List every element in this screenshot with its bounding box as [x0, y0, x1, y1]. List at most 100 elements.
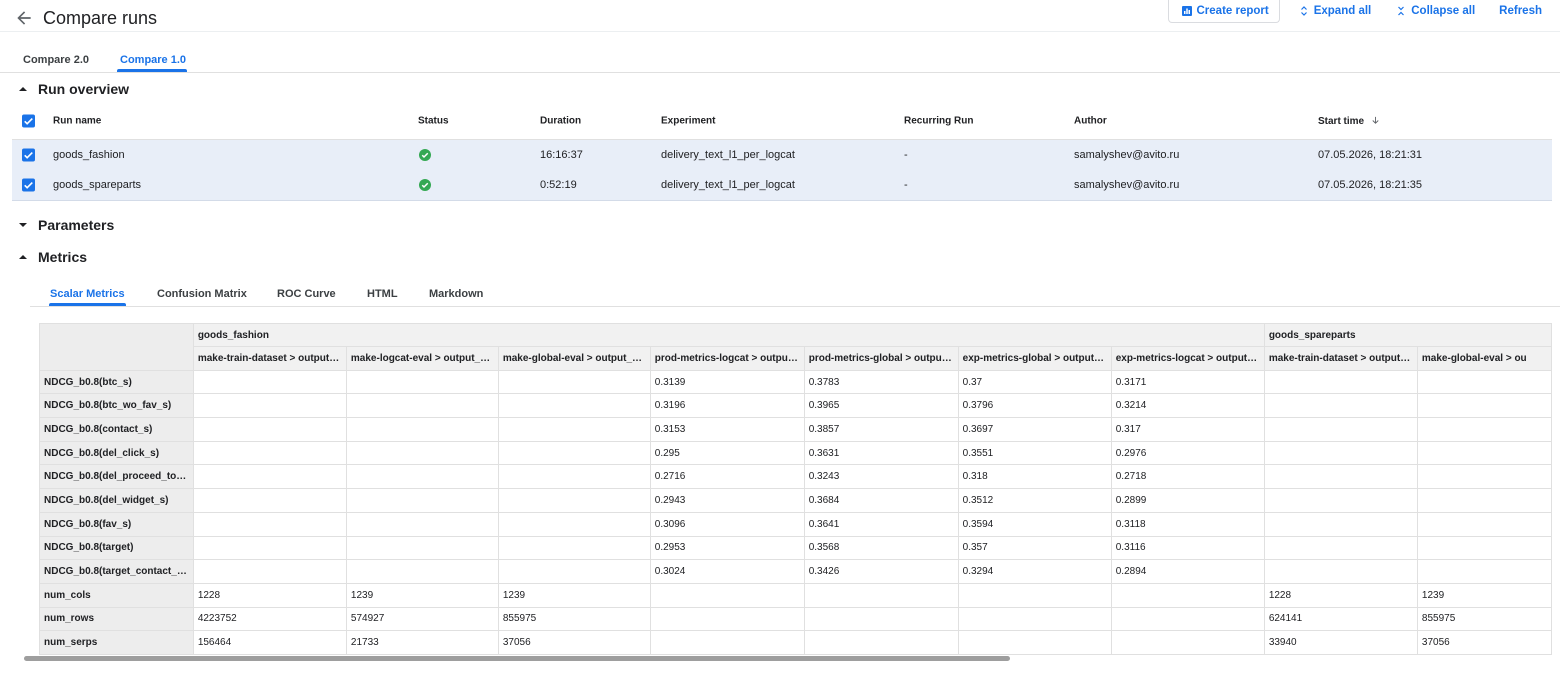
run-name[interactable]: goods_spareparts [53, 179, 141, 191]
metric-value-cell [1416, 464, 1552, 490]
expand-icon [1300, 6, 1307, 16]
metric-value-cell [497, 393, 651, 419]
run-row[interactable]: goods_spareparts 0:52:19 delivery_text_l… [12, 170, 1552, 201]
tab-roc-curve[interactable]: ROC Curve [277, 288, 336, 300]
metric-value-cell [803, 630, 959, 655]
col-status[interactable]: Status [418, 116, 449, 127]
sort-down-icon [1372, 116, 1379, 124]
metric-value-cell [497, 535, 651, 561]
collapse-all-button[interactable]: Collapse all [1387, 0, 1483, 22]
run-group-header: goods_spareparts [1263, 323, 1552, 347]
metric-value-cell: 0.2718 [1110, 464, 1265, 490]
metric-value-cell [803, 582, 959, 608]
metric-value-cell [649, 582, 805, 608]
metric-value-cell: 855975 [1416, 606, 1552, 632]
metric-value-cell [192, 488, 347, 513]
run-experiment[interactable]: delivery_text_l1_per_logcat [661, 149, 795, 161]
section-metrics[interactable]: Metrics [18, 249, 87, 265]
metric-column-header: make-train-dataset > output… [192, 346, 347, 371]
scalar-metrics-table[interactable]: goods_fashion goods_spareparts make-train… [39, 323, 1552, 656]
metric-value-cell: 0.3697 [957, 417, 1112, 442]
col-run-name[interactable]: Run name [53, 116, 101, 127]
tab-confusion-matrix[interactable]: Confusion Matrix [157, 288, 247, 300]
col-experiment[interactable]: Experiment [661, 116, 715, 127]
metric-value-cell: 0.3551 [957, 440, 1112, 466]
metric-value-cell [192, 511, 347, 537]
run-start-time: 07.05.2026, 18:21:35 [1318, 179, 1422, 191]
metric-value-cell [497, 417, 651, 442]
table-row: NDCG_b0.8(target) 0.2953 0.3568 0.357 0.3116 [39, 535, 1552, 561]
select-all-checkbox[interactable] [22, 114, 35, 128]
run-row[interactable]: goods_fashion 16:16:37 delivery_text_l1_… [12, 139, 1552, 171]
col-duration[interactable]: Duration [540, 116, 581, 127]
col-author[interactable]: Author [1074, 116, 1107, 127]
run-name[interactable]: goods_fashion [53, 149, 125, 161]
metric-value-cell: 37056 [497, 630, 651, 655]
section-parameters[interactable]: Parameters [18, 217, 114, 233]
metric-value-cell: 0.3594 [957, 511, 1112, 537]
refresh-button[interactable]: Refresh [1491, 0, 1550, 22]
expand-triangle-icon [19, 223, 27, 227]
create-report-button[interactable]: Create report [1167, 0, 1280, 23]
check-icon [421, 152, 429, 159]
metric-value-cell [345, 464, 499, 490]
metric-value-cell: 1228 [1263, 582, 1418, 608]
tab-scalar-metrics[interactable]: Scalar Metrics [50, 288, 125, 300]
table-row: NDCG_b0.8(contact_s) 0.3153 0.3857 0.3697 0.… [39, 417, 1552, 442]
metric-value-cell [1263, 535, 1418, 561]
metric-value-cell: 0.3171 [1110, 369, 1265, 395]
row-checkbox[interactable] [22, 148, 35, 162]
horizontal-scrollbar[interactable] [24, 656, 1010, 661]
metric-value-cell [192, 440, 347, 466]
run-duration: 0:52:19 [540, 179, 577, 191]
run-experiment[interactable]: delivery_text_l1_per_logcat [661, 179, 795, 191]
section-title: Run overview [38, 81, 130, 97]
table-row: NDCG_b0.8(del_click_s) 0.295 0.3631 0.3551 0… [39, 440, 1552, 466]
metric-value-cell: 4223752 [192, 606, 347, 632]
metric-row-label: NDCG_b0.8(del_click_s) [39, 440, 194, 466]
metric-row-label: NDCG_b0.8(fav_s) [39, 511, 194, 537]
metric-value-cell [1416, 535, 1552, 561]
metric-value-cell: 0.3965 [803, 393, 959, 419]
metric-value-cell [1263, 417, 1418, 442]
run-start-time: 07.05.2026, 18:21:31 [1318, 149, 1422, 161]
expand-all-button[interactable]: Expand all [1290, 0, 1380, 22]
metric-value-cell [649, 606, 805, 632]
metric-value-cell [1263, 488, 1418, 513]
top-actions: Create report Expand all Collapse all Re… [1167, 0, 1551, 23]
metric-value-cell: 0.3196 [649, 393, 805, 419]
col-recurring-run[interactable]: Recurring Run [904, 116, 973, 127]
section-title: Parameters [38, 217, 115, 233]
create-report-label: Create report [1196, 4, 1269, 17]
tabs-divider [0, 72, 1560, 73]
run-duration: 16:16:37 [540, 149, 583, 161]
metric-value-cell: 0.317 [1110, 417, 1265, 442]
metric-value-cell [1263, 464, 1418, 490]
metric-value-cell [1263, 511, 1418, 537]
metric-value-cell [192, 369, 347, 395]
col-start-time-label: Start time [1318, 116, 1365, 127]
metric-value-cell: 0.3214 [1110, 393, 1265, 419]
metric-value-cell: 1239 [497, 582, 651, 608]
tab-compare-1[interactable]: Compare 1.0 [120, 54, 186, 66]
metric-value-cell [345, 417, 499, 442]
tab-markdown[interactable]: Markdown [429, 288, 483, 300]
row-checkbox[interactable] [22, 178, 35, 192]
metric-value-cell [1416, 369, 1552, 395]
tab-html[interactable]: HTML [367, 288, 398, 300]
col-start-time[interactable]: Start time [1318, 115, 1381, 127]
table-row: NDCG_b0.8(target_contact_… 0.3024 0.3426 0.… [39, 559, 1552, 584]
status-success-icon [419, 149, 431, 161]
metric-value-cell: 0.2899 [1110, 488, 1265, 513]
metric-value-cell [1416, 393, 1552, 419]
tab-compare-2[interactable]: Compare 2.0 [23, 54, 89, 66]
metric-value-cell [957, 606, 1112, 632]
metric-value-cell [192, 417, 347, 442]
back-arrow-icon[interactable] [14, 8, 34, 28]
metric-value-cell [1263, 559, 1418, 584]
metric-row-label: NDCG_b0.8(target) [39, 535, 194, 561]
section-run-overview[interactable]: Run overview [18, 81, 129, 97]
run-author: samalyshev@avito.ru [1074, 149, 1180, 161]
metric-value-cell [497, 488, 651, 513]
metric-value-cell [192, 559, 347, 584]
